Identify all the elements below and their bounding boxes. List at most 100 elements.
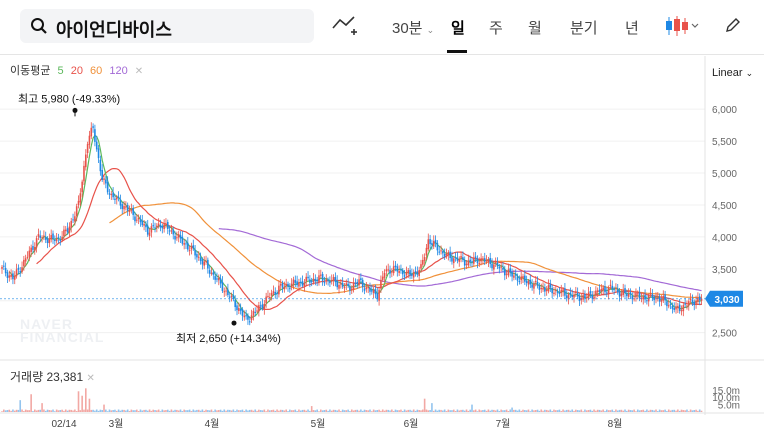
ma-60-label: 60 [90, 65, 103, 77]
close-icon[interactable]: ✕ [87, 373, 95, 384]
candle-body [640, 298, 643, 300]
period-year[interactable]: 년 [625, 17, 639, 38]
candle-body [553, 292, 555, 295]
candle-body [336, 280, 338, 288]
scale-selector[interactable]: Linear ⌄ [712, 67, 753, 79]
volume-bar [636, 409, 639, 412]
volume-bar [145, 409, 147, 412]
drawing-tool-icon[interactable] [332, 14, 358, 43]
candle-body [649, 293, 652, 295]
volume-bar [358, 410, 360, 412]
volume-bar [622, 410, 625, 412]
period-month[interactable]: 월 [528, 17, 542, 38]
candle-body [667, 305, 670, 307]
volume-bar [582, 411, 584, 412]
volume-bar [247, 410, 249, 412]
candle-body [146, 225, 149, 235]
volume-bar [482, 410, 484, 412]
candle-body [589, 290, 592, 294]
candle-body [199, 257, 202, 261]
candle-body [678, 304, 681, 311]
toolbar: 아이언디바이스 30분 ⌄ 일 주 월 분기 년 [0, 0, 764, 55]
candle-body [32, 246, 34, 250]
candle-body [81, 181, 83, 193]
candle-body [416, 272, 419, 275]
close-icon[interactable]: ✕ [135, 66, 143, 77]
volume-bar [95, 409, 98, 412]
y-tick-label: 3,500 [712, 265, 737, 276]
candle-body [272, 291, 275, 294]
current-price-tag [705, 290, 743, 307]
volume-bar [165, 410, 167, 412]
candle-body [503, 269, 506, 276]
candle-body [263, 303, 266, 311]
period-30min[interactable]: 30분 ⌄ [392, 17, 434, 38]
candle-body [296, 281, 298, 286]
volume-bar [626, 410, 628, 412]
volume-bar [575, 409, 577, 412]
period-week[interactable]: 주 [489, 17, 503, 38]
volume-bar [4, 410, 7, 412]
candle-body [187, 242, 189, 250]
volume-bar [77, 391, 80, 412]
volume-bar [305, 410, 308, 412]
volume-bar [289, 409, 291, 412]
volume-bar [400, 409, 402, 412]
period-quarter[interactable]: 분기 [570, 17, 598, 38]
volume-bar [232, 409, 235, 412]
volume-bar [474, 409, 477, 412]
candle-body [83, 165, 85, 182]
volume-bar [438, 409, 441, 412]
candle-body [687, 301, 690, 306]
candle-body [256, 310, 258, 312]
volume-bar [174, 409, 176, 412]
volume-bar [411, 410, 413, 412]
candlestick-type-icon[interactable] [665, 14, 701, 43]
ma-title: 이동평균 [10, 65, 51, 77]
volume-bar [298, 409, 300, 412]
candle-body [221, 281, 224, 291]
candle-body [128, 210, 131, 212]
candle-body [230, 295, 233, 297]
candle-body [343, 286, 346, 289]
search-query[interactable]: 아이언디바이스 [56, 16, 172, 42]
volume-bar [299, 410, 302, 412]
active-tab-underline [447, 50, 467, 53]
volume-bar [554, 410, 557, 412]
candle-body [655, 297, 657, 300]
volume-bar [469, 409, 471, 412]
search-box[interactable]: 아이언디바이스 [20, 9, 314, 43]
volume-bar [401, 411, 404, 412]
candle-body [201, 259, 204, 265]
candle-body [394, 265, 397, 268]
volume-bar [418, 410, 420, 412]
chevron-down-icon: ⌄ [745, 68, 754, 78]
volume-bar [307, 409, 309, 412]
volume-bar [157, 409, 160, 412]
candle-body [474, 256, 477, 258]
candle-body [203, 261, 206, 266]
period-day[interactable]: 일 [451, 17, 465, 38]
volume-bar [79, 410, 82, 412]
volume-bar [576, 410, 579, 412]
volume-bar [327, 410, 329, 412]
volume-bar [92, 409, 94, 412]
volume-bar [387, 409, 390, 412]
volume-bar [678, 410, 681, 412]
volume-bar [596, 409, 599, 412]
candle-body [54, 239, 56, 242]
volume-bar [445, 411, 448, 412]
candle-body [396, 266, 399, 272]
volume-bar [436, 410, 439, 412]
x-tick-label: 6월 [404, 418, 419, 430]
volume-bar [513, 409, 515, 412]
volume-bar [132, 410, 134, 412]
volume-bar [68, 409, 71, 412]
volume-bar [41, 403, 43, 412]
candle-body [684, 303, 686, 305]
volume-bar [21, 409, 23, 412]
volume-bar [565, 409, 568, 412]
volume-bar [216, 410, 218, 412]
candle-body [591, 294, 594, 299]
edit-pen-icon[interactable] [724, 16, 742, 39]
